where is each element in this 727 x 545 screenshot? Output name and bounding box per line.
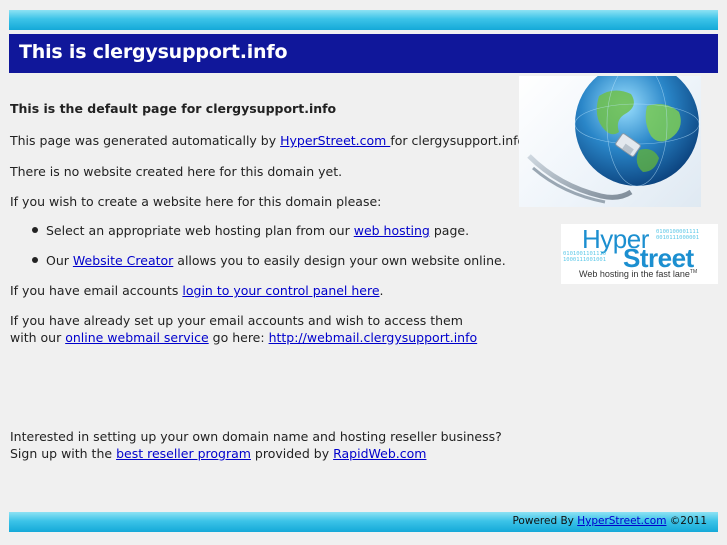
bullet1-prefix: Select an appropriate web hosting plan f… [46,223,354,238]
reseller-prefix: Sign up with the [10,446,117,461]
webmail-prefix: with our [10,330,66,345]
bullet2-suffix: allows you to easily design your own web… [173,253,506,268]
email-suffix: . [379,283,384,298]
email-accounts-line: If you have email accounts login to your… [10,282,384,299]
logo-binary-left: 0101001101110 1000111001001 [563,251,607,263]
footer-bar: Powered By HyperStreet.com ©2011 [9,512,718,532]
reseller-middle: provided by [250,446,334,461]
generated-notice: This page was generated automatically by… [10,132,529,149]
control-panel-link[interactable]: login to your control panel here [182,283,379,298]
footer-suffix: ©2011 [666,515,707,527]
webmail-line-1: If you have already set up your email ac… [10,313,463,328]
logo-tagline-text: Web hosting in the fast lane [579,269,690,279]
generated-suffix: for clergysupport.info. [390,133,529,148]
webmail-url-link[interactable]: http://webmail.clergysupport.info [269,330,478,345]
hyperstreet-link[interactable]: HyperStreet.com [280,133,390,148]
bullet-dot [32,257,38,263]
webmail-service-link[interactable]: online webmail service [65,330,208,345]
logo-binary-top: 0100100001111 0010111000001 [656,229,700,241]
footer-hyperstreet-link[interactable]: HyperStreet.com [577,515,666,527]
rapidweb-link[interactable]: RapidWeb.com [333,446,426,461]
web-hosting-link[interactable]: web hosting [354,223,430,238]
bullet-website-creator: Our Website Creator allows you to easily… [46,252,506,269]
email-prefix: If you have email accounts [10,283,183,298]
website-creator-link[interactable]: Website Creator [73,253,173,268]
hyperstreet-logo[interactable]: Hyper 0100100001111 0010111000001 010100… [561,224,718,284]
no-website-notice: There is no website created here for thi… [10,164,343,179]
generated-prefix: This page was generated automatically by [10,133,281,148]
page-title: This is clergysupport.info [19,41,288,63]
globe-network-image [519,76,701,207]
reseller-program-link[interactable]: best reseller program [116,446,251,461]
default-page-heading: This is the default page for clergysuppo… [10,101,337,116]
bullet-web-hosting: Select an appropriate web hosting plan f… [46,222,469,239]
footer-prefix: Powered By [512,515,578,527]
create-website-intro: If you wish to create a website here for… [10,194,382,209]
bullet-dot [32,227,38,233]
logo-tm: TM [689,269,698,275]
globe-icon [527,76,700,204]
logo-tagline: Web hosting in the fast laneTM [579,269,697,279]
footer-credit: Powered By HyperStreet.com ©2011 [512,515,707,527]
webmail-middle: go here: [208,330,269,345]
reseller-line-1: Interested in setting up your own domain… [10,429,502,444]
top-bar [9,10,718,30]
header-band: This is clergysupport.info [9,34,718,73]
bullet1-suffix: page. [429,223,470,238]
webmail-line-2: with our online webmail service go here:… [10,329,477,346]
reseller-line-2: Sign up with the best reseller program p… [10,445,426,462]
bullet2-prefix: Our [46,253,73,268]
